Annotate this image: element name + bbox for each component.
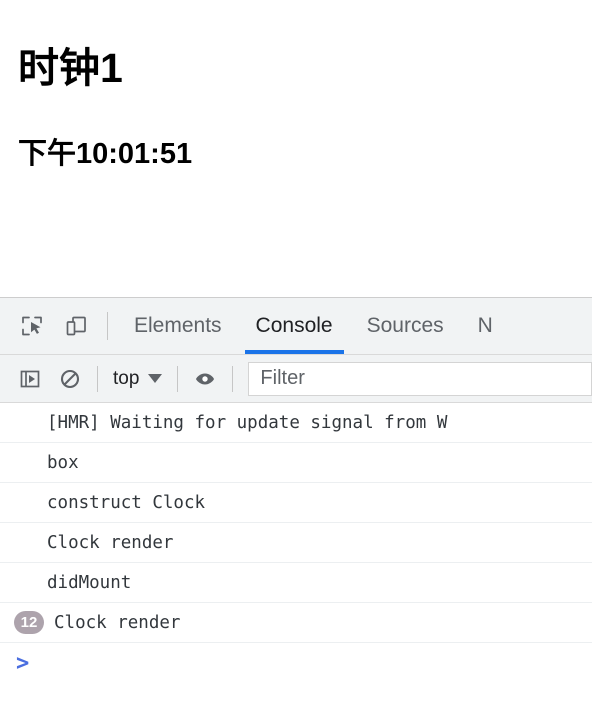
repeat-count-badge: 12 — [14, 611, 44, 634]
prompt-chevron-icon: > — [16, 651, 30, 676]
page-viewport: 时钟1 下午10:01:51 — [0, 0, 592, 297]
page-title: 时钟1 — [18, 45, 123, 91]
console-message-text: didMount — [47, 572, 132, 593]
console-message-text: construct Clock — [47, 492, 206, 513]
execution-context-selector[interactable]: top — [105, 368, 170, 390]
inspect-element-icon[interactable] — [10, 298, 54, 354]
clear-console-icon[interactable] — [50, 359, 90, 399]
tab-network-label: N — [477, 314, 493, 337]
show-console-sidebar-icon[interactable] — [10, 359, 50, 399]
tab-sources[interactable]: Sources — [350, 298, 461, 354]
devtools-tabbar: Elements Console Sources N — [0, 298, 592, 355]
console-message-list[interactable]: [HMR] Waiting for update signal from W b… — [0, 403, 592, 710]
console-message-text: Clock render — [47, 532, 174, 553]
execution-context-label: top — [113, 367, 140, 389]
console-filter-placeholder: Filter — [260, 367, 305, 389]
clock-time: 下午10:01:51 — [18, 138, 193, 171]
console-message-text: [HMR] Waiting for update signal from W — [47, 412, 448, 433]
console-toolbar-divider-3 — [232, 365, 234, 392]
console-toolbar: top Filter — [0, 355, 592, 403]
tab-elements[interactable]: Elements — [117, 298, 239, 354]
console-message-row[interactable]: Clock render — [0, 523, 592, 563]
tab-network[interactable]: N — [461, 298, 510, 354]
console-toolbar-divider-1 — [97, 365, 98, 392]
console-message-text: box — [47, 452, 79, 473]
console-message-text: Clock render — [54, 612, 181, 633]
tab-elements-label: Elements — [134, 314, 222, 337]
tab-console[interactable]: Console — [239, 298, 350, 354]
device-toolbar-icon[interactable] — [54, 298, 98, 354]
console-filter-input[interactable]: Filter — [248, 361, 592, 396]
console-message-row[interactable]: box — [0, 443, 592, 483]
console-message-row[interactable]: [HMR] Waiting for update signal from W — [0, 403, 592, 443]
console-message-row[interactable]: 12 Clock render — [0, 603, 592, 643]
create-live-expression-icon[interactable] — [185, 359, 225, 399]
console-toolbar-divider-2 — [177, 365, 179, 392]
devtools-panel: Elements Console Sources N top Filter [H… — [0, 297, 592, 710]
console-message-row[interactable]: didMount — [0, 563, 592, 603]
tabbar-divider — [107, 312, 108, 340]
tab-sources-label: Sources — [366, 314, 444, 337]
chevron-down-icon — [148, 374, 163, 383]
tab-console-label: Console — [255, 314, 333, 337]
console-prompt-row[interactable]: > — [0, 643, 592, 685]
console-message-row[interactable]: construct Clock — [0, 483, 592, 523]
